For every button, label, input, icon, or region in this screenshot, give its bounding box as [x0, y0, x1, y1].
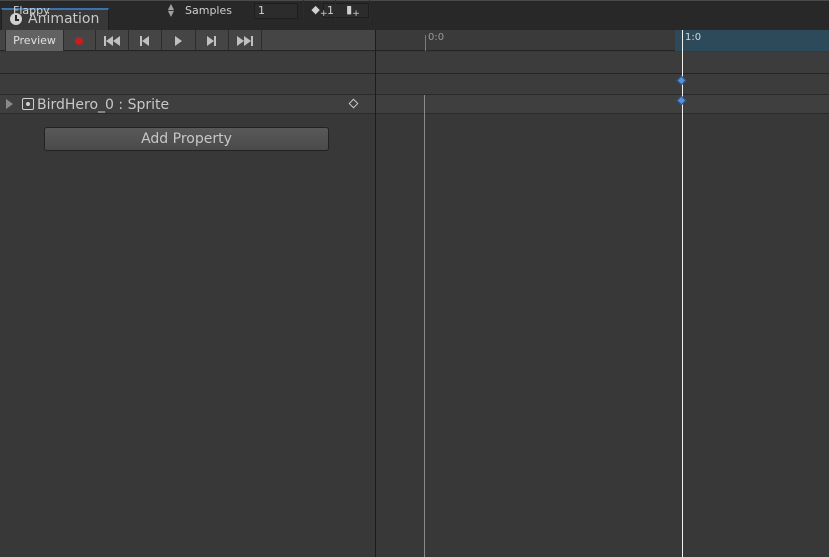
next-keyframe-button[interactable] — [195, 30, 229, 51]
samples-label: Samples — [185, 4, 232, 17]
expand-arrow-icon[interactable] — [6, 99, 13, 109]
add-property-button[interactable]: Add Property — [44, 127, 329, 151]
property-track[interactable] — [376, 95, 829, 114]
clip-start-line — [424, 95, 425, 557]
next-keyframe-icon — [207, 35, 216, 46]
ruler-tick — [425, 35, 426, 51]
ruler-label-current: 1:0 — [685, 32, 702, 43]
event-track[interactable] — [376, 52, 829, 74]
preview-button[interactable]: Preview — [5, 30, 64, 51]
first-keyframe-icon — [103, 35, 120, 46]
samples-input[interactable]: 1 — [254, 3, 298, 19]
last-keyframe-button[interactable] — [228, 30, 262, 51]
timeline-area[interactable] — [376, 114, 829, 557]
dropdown-arrows-icon: ▲ ▼ — [167, 2, 174, 18]
playhead[interactable] — [682, 30, 683, 557]
property-summary-row — [0, 74, 375, 95]
add-keyframe-icon: ◆+ — [311, 2, 328, 20]
playback-toolbar: Preview — [0, 30, 375, 51]
ruler-label-start: 0:0 — [428, 32, 445, 43]
previous-keyframe-icon — [140, 35, 149, 46]
play-icon — [175, 35, 182, 46]
record-icon — [74, 36, 83, 45]
clip-toolbar — [0, 52, 375, 74]
sprite-icon — [22, 98, 34, 110]
summary-track[interactable] — [376, 74, 829, 95]
add-event-icon: ▮+ — [346, 2, 360, 20]
record-button[interactable] — [62, 30, 96, 51]
clip-name: Flappy — [13, 4, 50, 17]
play-button[interactable] — [162, 30, 196, 51]
first-keyframe-button[interactable] — [95, 30, 129, 51]
property-name: BirdHero_0 : Sprite — [37, 97, 170, 113]
add-event-button[interactable]: ▮+ — [337, 0, 370, 22]
previous-keyframe-button[interactable] — [128, 30, 162, 51]
add-keyframe-button[interactable]: ◆+ — [303, 0, 336, 22]
clip-dropdown[interactable]: Flappy ▲ ▼ — [5, 2, 178, 20]
last-keyframe-icon — [236, 35, 253, 46]
